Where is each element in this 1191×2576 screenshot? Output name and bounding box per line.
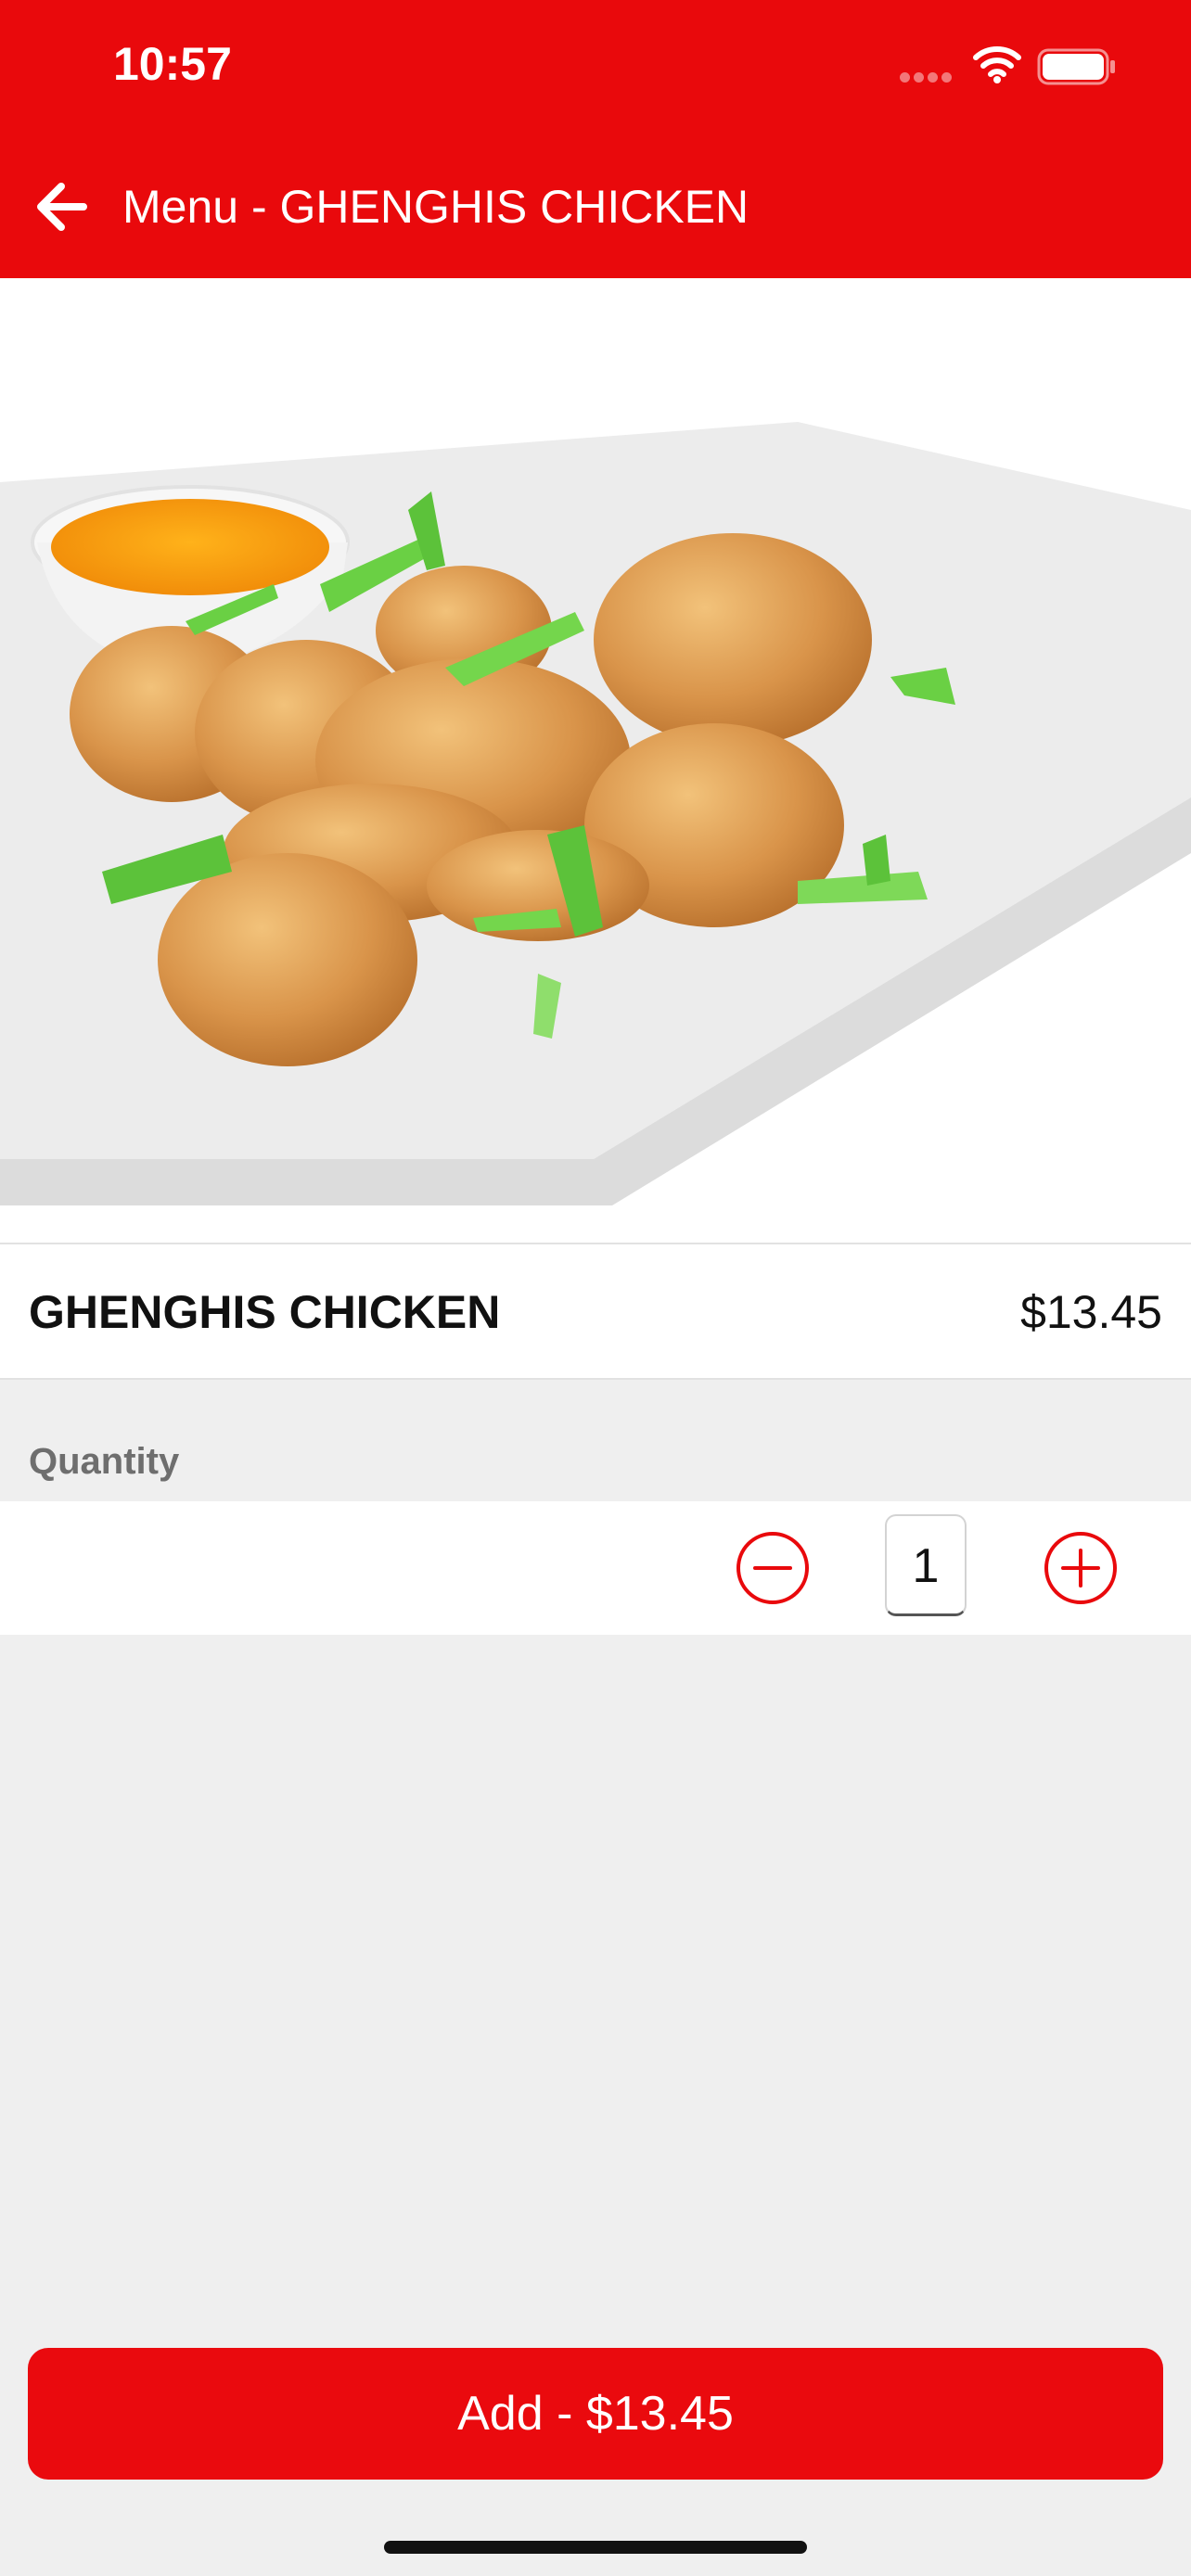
item-price: $13.45 [1020, 1286, 1162, 1338]
quantity-label: Quantity [29, 1441, 180, 1482]
item-summary-row: GHENGHIS CHICKEN $13.45 [0, 1244, 1191, 1380]
add-to-order-button[interactable]: Add - $13.45 [28, 2348, 1163, 2480]
minus-circle-icon[interactable] [735, 1530, 811, 1606]
quantity-stepper: 1 [0, 1501, 1191, 1635]
quantity-value[interactable]: 1 [885, 1514, 967, 1616]
status-time: 10:57 [113, 38, 232, 90]
back-arrow-icon[interactable] [33, 179, 89, 235]
item-name: GHENGHIS CHICKEN [29, 1286, 501, 1338]
wifi-icon [973, 46, 1021, 83]
home-indicator [384, 2541, 807, 2554]
item-photo [0, 278, 1191, 1244]
plus-circle-icon[interactable] [1043, 1530, 1119, 1606]
battery-icon [1037, 48, 1115, 85]
page-title: Menu - GHENGHIS CHICKEN [122, 181, 749, 233]
app-header: 10:57 Menu - GHENGHIS CHICKEN [0, 0, 1191, 278]
signal-icon [900, 70, 957, 83]
